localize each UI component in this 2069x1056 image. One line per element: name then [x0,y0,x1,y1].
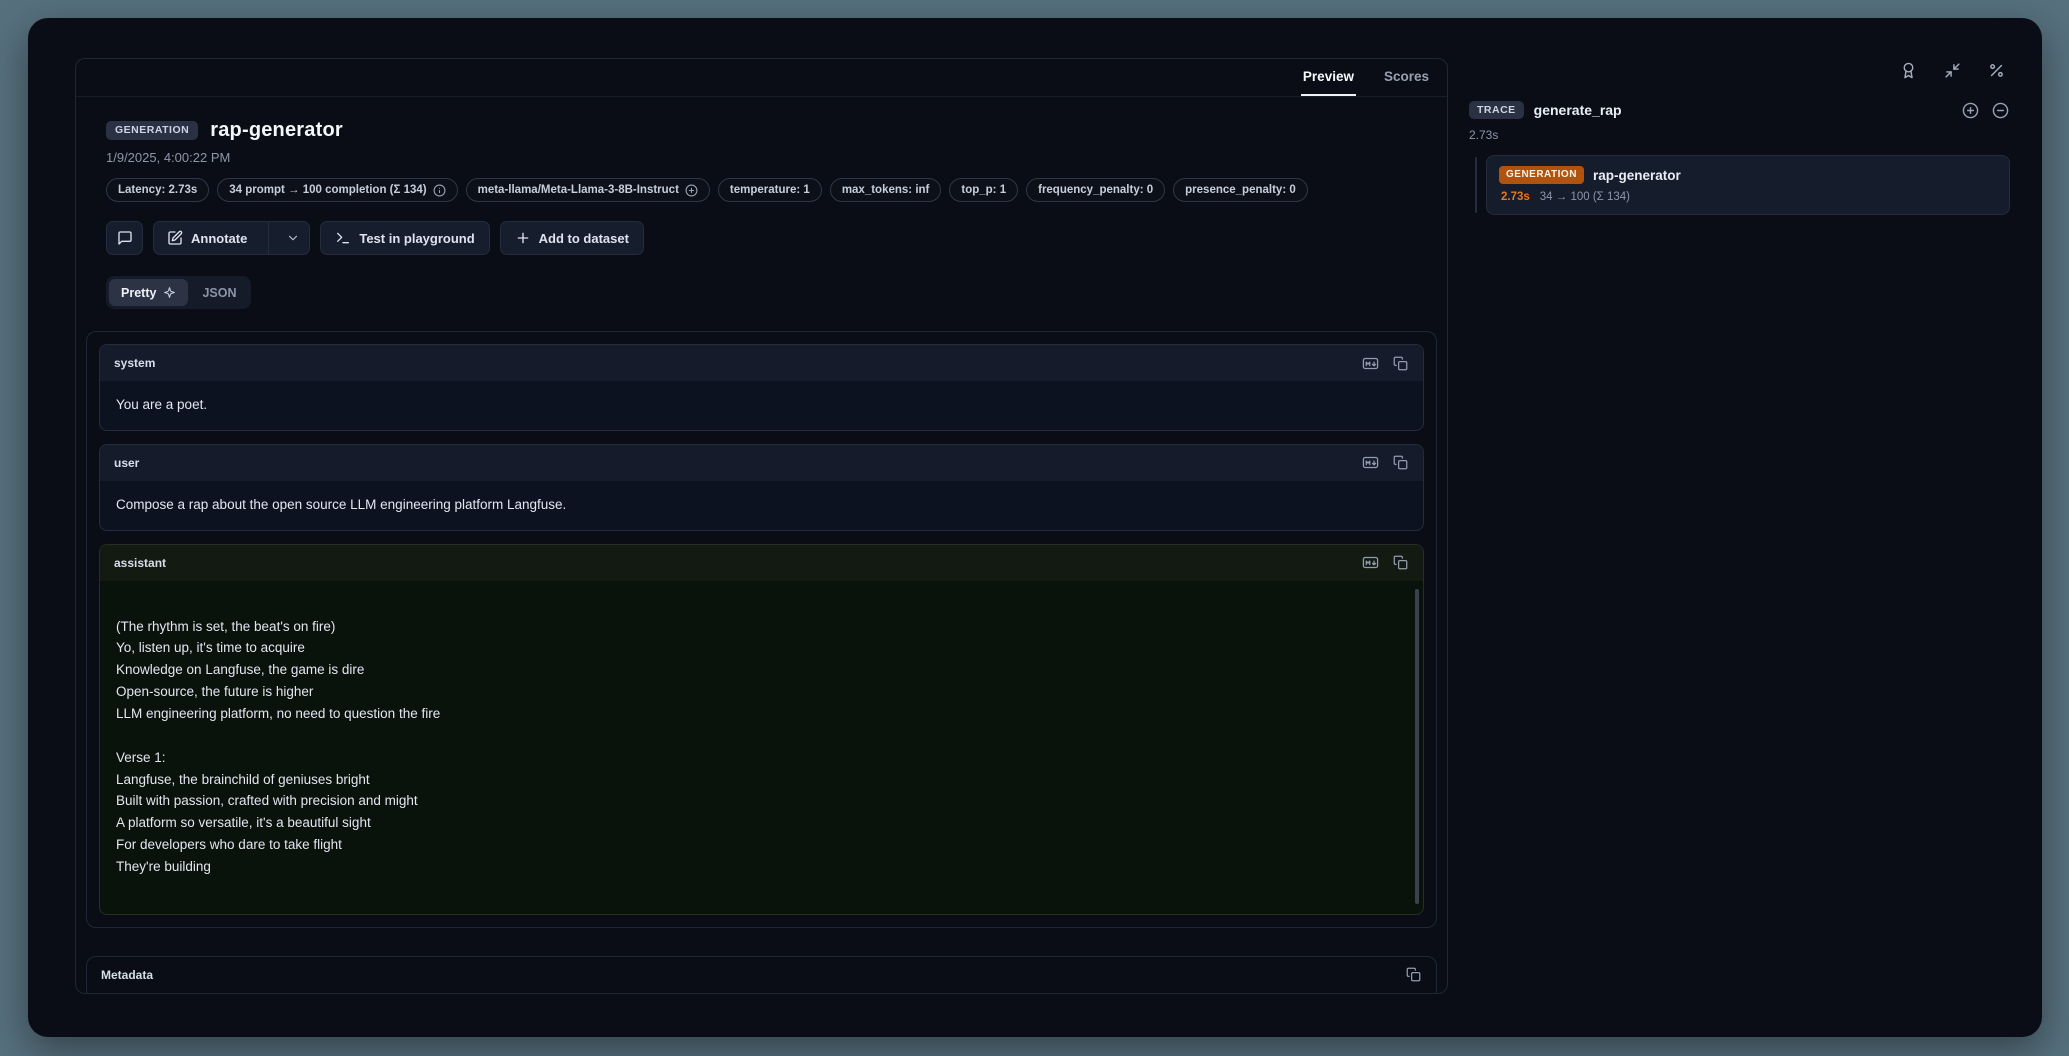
metrics-toggle-button[interactable] [1984,58,2008,82]
message-role: user [114,456,139,470]
token-usage-badge: 34 prompt → 100 completion (Σ 134) [217,178,457,202]
message-card-assistant: assistant [99,544,1424,915]
message-header: assistant [100,545,1423,581]
sparkles-icon [163,286,176,299]
pretty-toggle[interactable]: Pretty [109,279,188,306]
message-header: user [100,445,1423,481]
annotate-split-button: Annotate [153,221,310,255]
plus-icon [515,230,531,246]
observation-preview-card: Preview Scores GENERATION rap-generator … [75,58,1448,994]
presence-penalty-badge: presence_penalty: 0 [1173,178,1308,202]
trace-tree: GENERATION rap-generator 2.73s 34 → 100 … [1469,155,2010,215]
page-background: { "tabs": [ { "label": "Preview", "activ… [0,0,2069,1056]
generation-type-badge: GENERATION [1499,166,1584,184]
message-content: Compose a rap about the open source LLM … [100,481,1423,530]
markdown-toggle-button[interactable] [1359,551,1382,574]
app-panel: Preview Scores GENERATION rap-generator … [28,18,2042,1037]
generation-header: GENERATION rap-generator 1/9/2025, 4:00:… [86,119,1437,202]
trace-type-badge: TRACE [1469,101,1524,120]
message-card-system: system [99,344,1424,431]
metadata-card: Metadata { [86,956,1437,993]
button-divider [268,222,269,254]
temperature-badge: temperature: 1 [718,178,822,202]
tree-node-name: rap-generator [1593,168,1681,183]
markdown-toggle-button[interactable] [1359,451,1382,474]
max-tokens-badge: max_tokens: inf [830,178,942,202]
markdown-icon [1362,454,1379,471]
metadata-header: Metadata [87,957,1436,993]
award-icon [1900,62,1917,79]
message-header: system [100,345,1423,381]
copy-icon [1393,356,1408,371]
messages-container: system [86,331,1437,928]
scrollbar[interactable] [1415,589,1419,904]
trace-latency: 2.73s [1469,128,2010,142]
trace-panel: TRACE generate_rap 2.73s G [1469,58,2010,215]
message-role: system [114,356,155,370]
copy-button[interactable] [1389,352,1412,375]
copy-icon [1406,967,1421,982]
tab-scores[interactable]: Scores [1382,59,1431,96]
model-badge: meta-llama/Meta-Llama-3-8B-Instruct [466,178,710,202]
terminal-icon [335,230,351,246]
copy-button[interactable] [1389,451,1412,474]
test-in-playground-button[interactable]: Test in playground [320,221,489,255]
trace-name: generate_rap [1534,102,1622,118]
preview-tabbar: Preview Scores [76,59,1447,97]
copy-button[interactable] [1402,963,1425,986]
chevron-down-icon [286,231,300,245]
expand-all-button[interactable] [1960,100,1980,120]
observation-type-badge: GENERATION [106,121,198,140]
trace-header: TRACE generate_rap [1469,100,2010,120]
tree-node-tokens: 34 → 100 (Σ 134) [1540,191,1630,203]
message-card-user: user [99,444,1424,531]
annotation-queue-button[interactable] [1896,58,1920,82]
minus-circle-icon [1992,102,2009,119]
annotate-dropdown-button[interactable] [277,222,309,254]
parameter-badges: Latency: 2.73s 34 prompt → 100 completio… [106,178,1437,202]
action-buttons-row: Annotate Test in playground [86,221,1437,255]
observation-title: rap-generator [210,119,343,142]
model-settings-icon[interactable] [685,184,698,197]
add-to-dataset-button[interactable]: Add to dataset [500,221,644,255]
observation-timestamp: 1/9/2025, 4:00:22 PM [106,150,1437,165]
annotate-button[interactable]: Annotate [154,222,260,254]
tree-indent-line [1475,157,1477,213]
tab-preview[interactable]: Preview [1301,59,1356,96]
minimize-icon [1944,62,1961,79]
trace-panel-toolbar [1469,58,2010,82]
info-icon[interactable] [433,184,446,197]
view-mode-toggle: Pretty JSON [106,276,251,309]
copy-button[interactable] [1389,551,1412,574]
message-role: assistant [114,556,166,570]
json-toggle[interactable]: JSON [190,279,248,306]
tree-node-latency: 2.73s [1501,191,1530,203]
markdown-icon [1362,554,1379,571]
percent-icon [1988,62,2005,79]
collapse-all-button[interactable] [1990,100,2010,120]
preview-content: GENERATION rap-generator 1/9/2025, 4:00:… [76,97,1447,993]
edit-icon [167,230,183,246]
comment-icon [117,230,133,246]
comment-button[interactable] [106,221,143,255]
markdown-toggle-button[interactable] [1359,352,1382,375]
message-content: You are a poet. [100,381,1423,430]
latency-badge: Latency: 2.73s [106,178,209,202]
collapse-panel-button[interactable] [1940,58,1964,82]
markdown-icon [1362,355,1379,372]
copy-icon [1393,555,1408,570]
frequency-penalty-badge: frequency_penalty: 0 [1026,178,1165,202]
message-content: (The rhythm is set, the beat's on fire) … [100,581,1423,914]
copy-icon [1393,455,1408,470]
tree-node-rap-generator[interactable]: GENERATION rap-generator 2.73s 34 → 100 … [1486,155,2010,215]
top-p-badge: top_p: 1 [949,178,1018,202]
plus-circle-icon [1962,102,1979,119]
metadata-title: Metadata [101,968,153,982]
